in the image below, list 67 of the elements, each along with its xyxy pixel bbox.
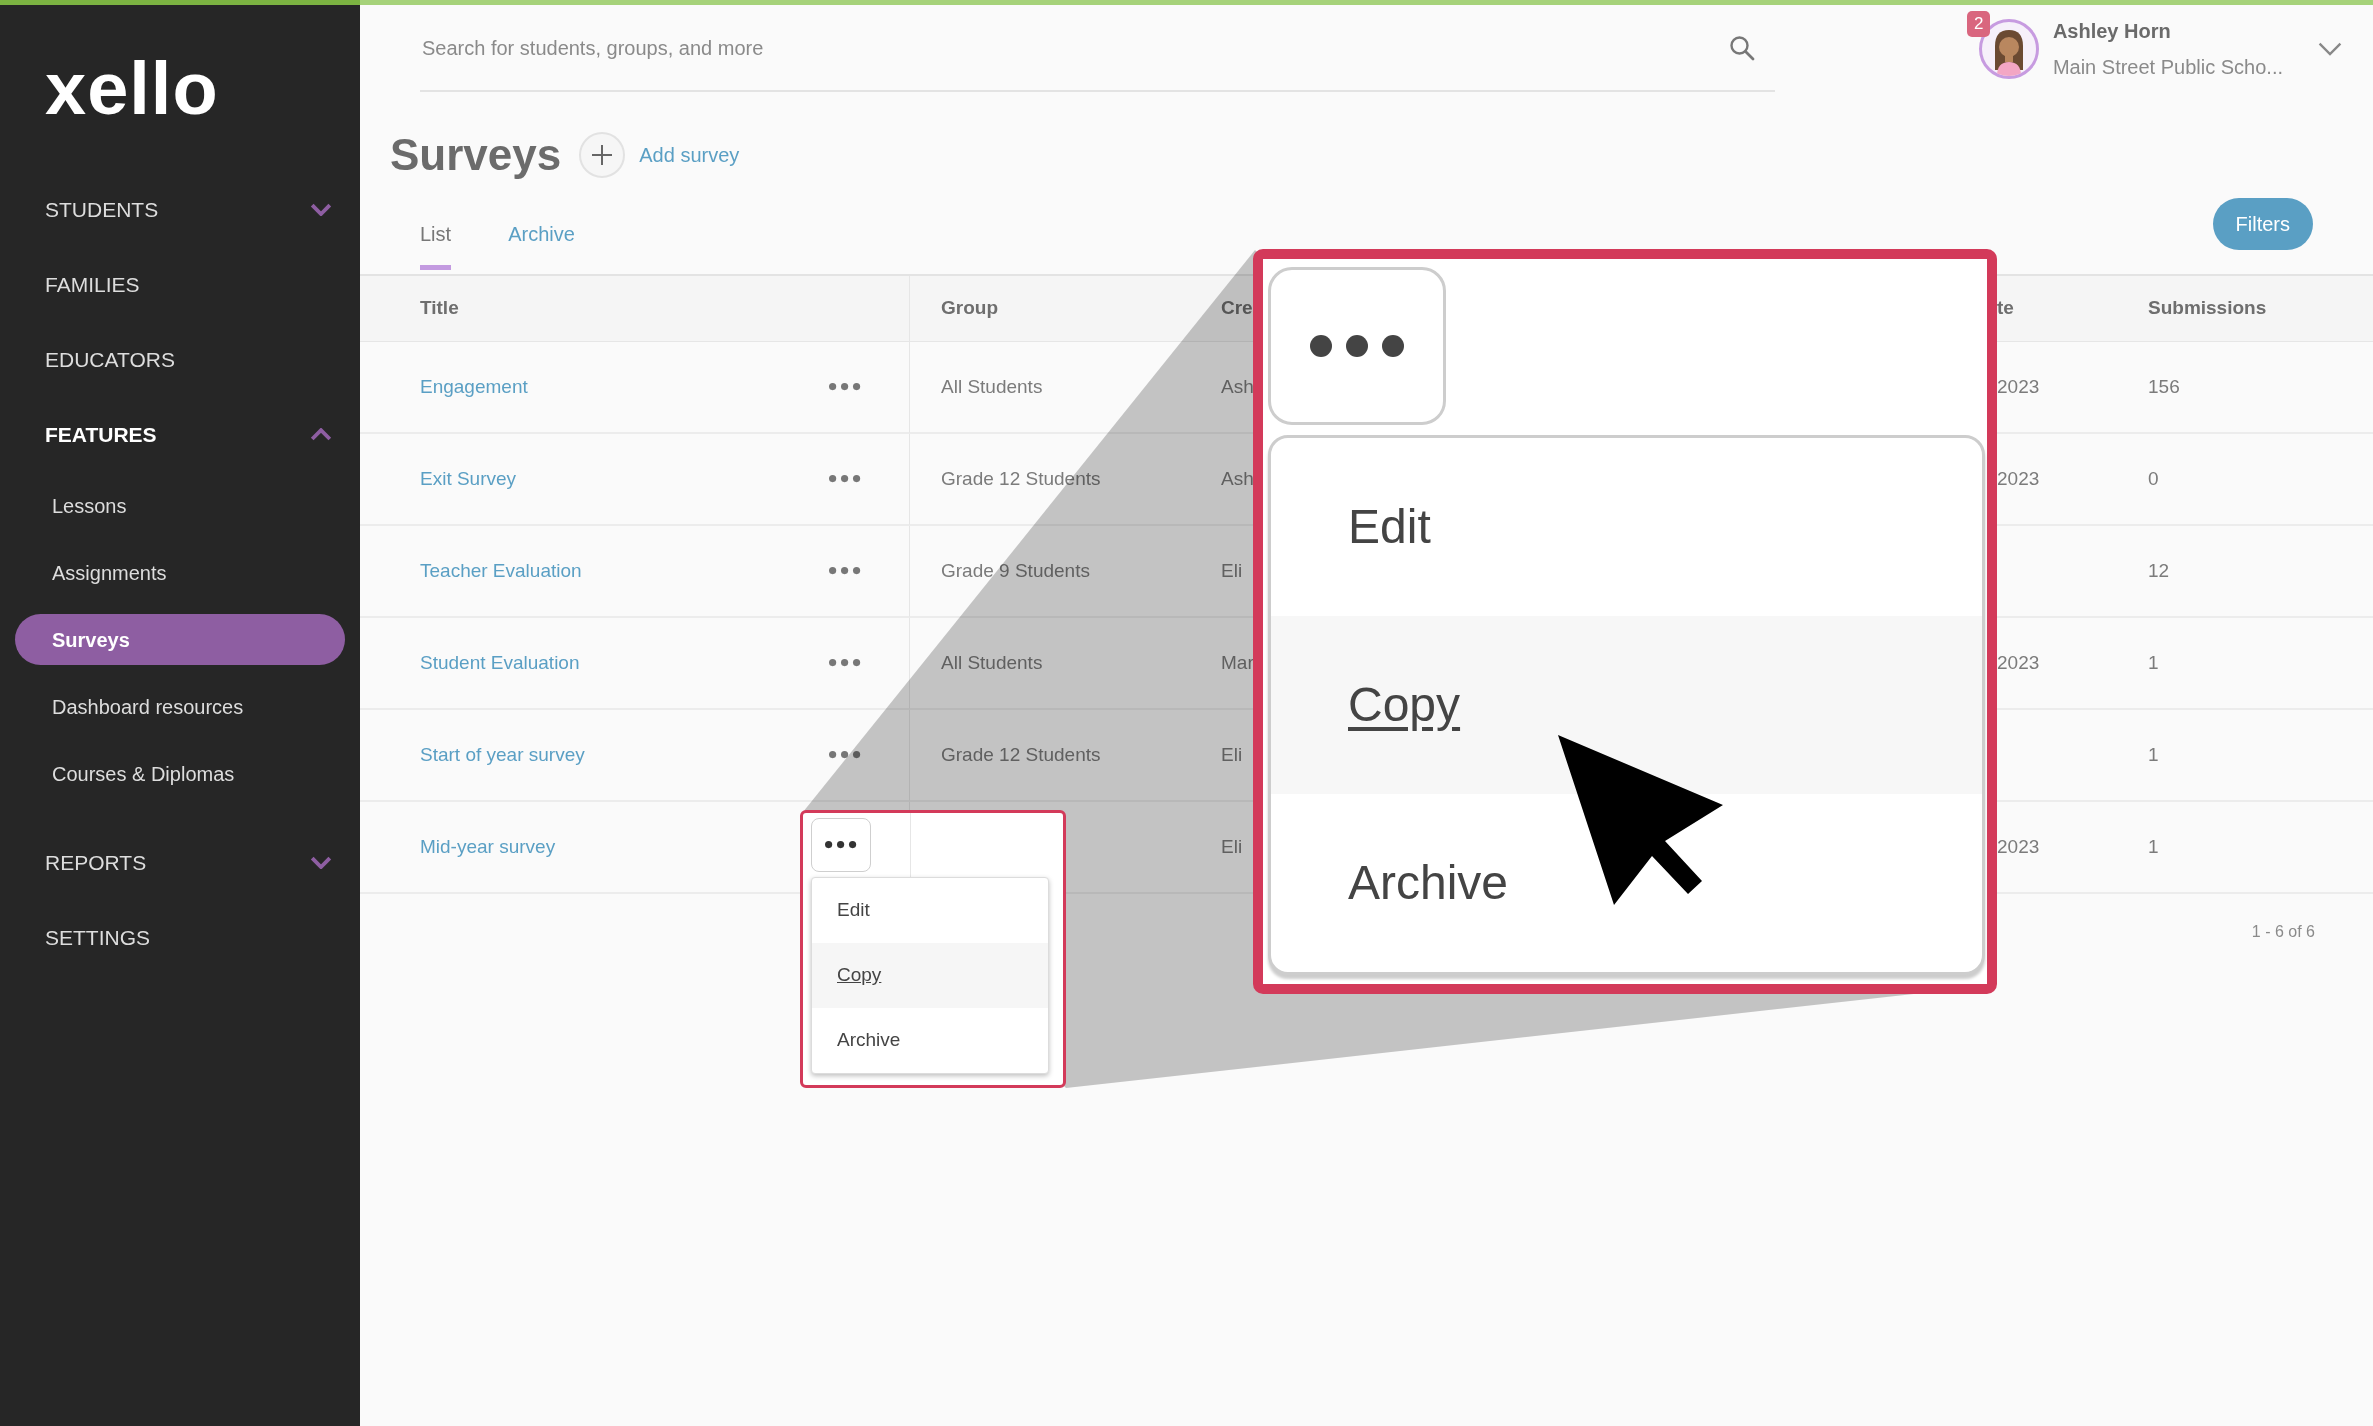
- table-cell-text: Eli: [1221, 834, 1243, 859]
- school-name: Main Street Public Scho...: [2052, 54, 2283, 80]
- table-cell-text: Grade 12 Students: [941, 466, 1101, 491]
- nav-subitem[interactable]: Dashboard resources: [15, 681, 345, 732]
- page-title: Surveys: [390, 128, 562, 181]
- table-cell-text: Eli: [1221, 742, 1243, 767]
- user-name: Ashley Horn: [2052, 18, 2172, 44]
- nav-item[interactable]: FAMILIES: [0, 247, 360, 322]
- table-cell-text: 2023: [1997, 466, 2040, 491]
- column-header: Cre: [1221, 296, 1253, 321]
- table-cell-text: All Students: [941, 374, 1043, 399]
- tab[interactable]: List: [420, 219, 452, 270]
- nav-item[interactable]: FEATURES: [0, 397, 360, 472]
- nav-item[interactable]: REPORTS: [0, 825, 360, 900]
- column-header: Submissions: [2148, 296, 2267, 321]
- chevron-up-icon[interactable]: [310, 427, 332, 442]
- table-cell-text: Ash: [1221, 374, 1254, 399]
- more-icon[interactable]: [827, 474, 861, 484]
- chevron-down-icon[interactable]: [310, 202, 332, 217]
- column-header: Title: [420, 296, 459, 321]
- table-cell-text: Ash: [1221, 466, 1254, 491]
- more-icon[interactable]: [827, 658, 861, 668]
- nav-item[interactable]: STUDENTS: [0, 172, 360, 247]
- table-cell-text: Mar: [1221, 650, 1254, 675]
- table-cell-text: 1: [2148, 742, 2159, 767]
- table-cell-text: Eli: [1221, 558, 1243, 583]
- more-icon[interactable]: [827, 382, 861, 392]
- menu-item[interactable]: Edit: [812, 878, 1048, 943]
- chevron-down-icon[interactable]: [310, 855, 332, 870]
- nav-subitem[interactable]: Lessons: [15, 480, 345, 531]
- table-cell-text: 12: [2148, 558, 2170, 583]
- menu-item[interactable]: Copy: [1271, 616, 1982, 794]
- pagination-text: 1 - 6 of 6: [2251, 923, 2315, 940]
- notification-badge: 2: [1966, 11, 1991, 37]
- table-cell-text: 1: [2148, 834, 2159, 859]
- more-button[interactable]: [811, 818, 871, 872]
- nav-item[interactable]: EDUCATORS: [0, 322, 360, 397]
- column-header: Group: [941, 296, 998, 321]
- nav-subitem[interactable]: Courses & Diplomas: [15, 748, 345, 799]
- plus-icon: [591, 144, 614, 166]
- add-button[interactable]: [579, 132, 626, 178]
- more-icon[interactable]: [827, 750, 861, 760]
- table-cell-text: Grade 9 Students: [941, 558, 1090, 583]
- table-cell-text: 2023: [1997, 834, 2040, 859]
- menu-item[interactable]: Copy: [812, 943, 1048, 1008]
- more-icon: [824, 840, 858, 850]
- menu-item[interactable]: Edit: [1271, 438, 1982, 616]
- search-field[interactable]: Search for students, groups, and more: [420, 31, 1729, 64]
- more-icon: [1309, 334, 1405, 358]
- table-cell-text: 1: [2148, 650, 2159, 675]
- menu-item[interactable]: Archive: [812, 1008, 1048, 1073]
- table-cell-text: 0: [2148, 466, 2159, 491]
- more-icon[interactable]: [827, 566, 861, 576]
- search-icon[interactable]: [1729, 34, 1755, 61]
- nav-subitem[interactable]: Surveys: [15, 614, 345, 665]
- nav-subitem[interactable]: Assignments: [15, 547, 345, 598]
- table-cell-text: Grade 12 Students: [941, 742, 1101, 767]
- chevron-down-icon[interactable]: [2317, 40, 2343, 57]
- nav-item[interactable]: SETTINGS: [0, 900, 360, 975]
- column-header: te: [1997, 296, 2014, 321]
- table-cell-text: All Students: [941, 650, 1043, 675]
- menu-item[interactable]: Archive: [1271, 794, 1982, 972]
- table-cell-text: 2023: [1997, 374, 2040, 399]
- more-button[interactable]: [1268, 267, 1446, 425]
- table-cell-text: 2023: [1997, 650, 2040, 675]
- logo: xello: [45, 51, 219, 126]
- table-cell-text: 156: [2148, 374, 2180, 399]
